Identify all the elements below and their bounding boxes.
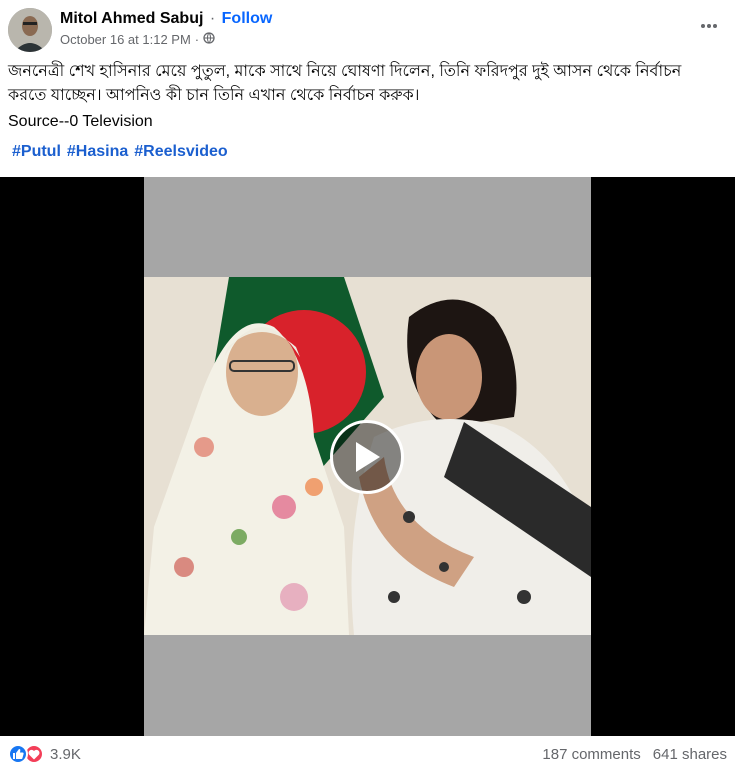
name-separator: · bbox=[209, 10, 216, 27]
author-name[interactable]: Mitol Ahmed Sabuj bbox=[60, 10, 203, 27]
post-meta: October 16 at 1:12 PM · bbox=[60, 32, 215, 47]
follow-button[interactable]: Follow bbox=[222, 10, 273, 27]
meta-separator: · bbox=[194, 32, 200, 47]
hashtag-link[interactable]: #Reelsvideo bbox=[134, 143, 227, 161]
hashtag-list: #Putul #Hasina #Reelsvideo bbox=[12, 143, 228, 161]
globe-icon bbox=[203, 32, 215, 47]
play-icon[interactable] bbox=[330, 420, 404, 494]
post-source: Source--0 Television bbox=[8, 113, 153, 130]
shares-count[interactable]: 641 shares bbox=[653, 746, 727, 763]
author-line: Mitol Ahmed Sabuj · Follow bbox=[60, 10, 272, 28]
post-footer: 3.9K 187 comments 641 shares bbox=[0, 736, 735, 772]
hashtag-link[interactable]: #Hasina bbox=[67, 143, 128, 161]
more-options-icon[interactable] bbox=[697, 14, 721, 38]
comments-count[interactable]: 187 comments bbox=[542, 746, 640, 763]
post-text: জননেত্রী শেখ হাসিনার মেয়ে পুতুল, মাকে স… bbox=[8, 63, 682, 104]
engagement-stats: 187 comments 641 shares bbox=[542, 746, 727, 763]
reaction-count: 3.9K bbox=[50, 745, 81, 763]
like-icon bbox=[8, 744, 28, 764]
video-player[interactable] bbox=[0, 177, 735, 736]
reactions-summary[interactable]: 3.9K bbox=[8, 744, 81, 764]
author-avatar[interactable] bbox=[8, 8, 52, 52]
hashtag-link[interactable]: #Putul bbox=[12, 143, 61, 161]
post-header: Mitol Ahmed Sabuj · Follow October 16 at… bbox=[0, 0, 735, 56]
post-timestamp[interactable]: October 16 at 1:12 PM bbox=[60, 32, 191, 47]
